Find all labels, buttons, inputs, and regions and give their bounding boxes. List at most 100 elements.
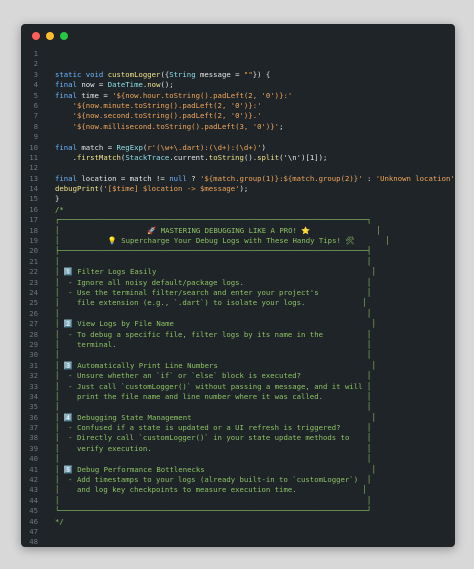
line-text: .firstMatch(StackTrace.current.toString(… <box>55 152 328 163</box>
code-line[interactable]: 10 final match = RegExp(r'(\w+\.dart):(\d… <box>21 143 455 153</box>
line-number: 13 <box>29 173 38 183</box>
line-number: 5 <box>33 90 38 100</box>
line-number: 40 <box>29 454 38 464</box>
code-line[interactable]: 35 │ │ <box>21 402 455 412</box>
line-number: 22 <box>29 267 38 277</box>
code-line[interactable]: 48 <box>21 537 455 547</box>
code-token: RegExp <box>116 142 143 152</box>
minimize-button[interactable] <box>46 32 54 40</box>
code-token: '${now.hour.toString().padLeft(2, '0')}:… <box>112 90 293 100</box>
code-token: 'Unknown location' <box>375 173 455 183</box>
code-line[interactable]: 7 '${now.second.toString().padLeft(2, '0… <box>21 111 455 121</box>
code-line[interactable]: 5 final time = '${now.hour.toString().pad… <box>21 91 455 101</box>
code-line[interactable]: 32 │ - Unsure whether an `if` or `else` b… <box>21 371 455 381</box>
code-token: │ - Ignore all noisy default/package log… <box>55 277 372 287</box>
code-line[interactable]: 24 │ - Use the terminal filter/search and… <box>21 288 455 298</box>
code-line[interactable]: 43 │ and log key checkpoints to measure e… <box>21 485 455 495</box>
line-number: 10 <box>29 142 38 152</box>
code-line[interactable]: 42 │ - Add timestamps to your logs (alrea… <box>21 475 455 485</box>
code-line[interactable]: 21 │ │ <box>21 257 455 267</box>
code-line[interactable]: 27 │ 2️⃣ View Logs by File Name │ <box>21 319 455 329</box>
code-token: customLogger <box>107 69 161 79</box>
line-number: 2 <box>33 59 38 69</box>
code-line[interactable]: 45 └─────────────────────────────────────… <box>21 506 455 516</box>
code-token: message = <box>195 69 244 79</box>
code-line[interactable]: 26 │ │ <box>21 309 455 319</box>
code-token: } <box>55 194 60 204</box>
code-line[interactable]: 38 │ - Directly call `customLogger()` in … <box>21 433 455 443</box>
line-number: 19 <box>29 236 38 246</box>
code-line[interactable]: 15} <box>21 194 455 204</box>
code-token: debugPrint <box>55 184 99 194</box>
code-line[interactable]: 29 │ terminal. │ <box>21 340 455 350</box>
code-line[interactable]: 47 <box>21 527 455 537</box>
line-number: 35 <box>29 402 38 412</box>
code-token: String <box>169 69 196 79</box>
code-token: null <box>169 173 187 183</box>
code-token: │ - Directly call `customLogger()` in yo… <box>55 433 372 443</box>
code-token: final <box>55 142 82 152</box>
code-line[interactable]: 12 <box>21 163 455 173</box>
code-line[interactable]: 8 '${now.millisecond.toString().padLeft(… <box>21 122 455 132</box>
title-bar <box>21 24 455 48</box>
code-line[interactable]: 13 final location = match != null ? '${ma… <box>21 174 455 184</box>
code-token: location = match != <box>81 173 170 183</box>
code-token: split <box>257 152 280 162</box>
line-number: 14 <box>29 184 38 194</box>
code-token: time = <box>81 90 113 100</box>
line-number: 39 <box>29 443 38 453</box>
code-token: ├───────────────────────────────────────… <box>55 246 372 256</box>
code-token: │ - Use the terminal filter/search and e… <box>55 287 372 297</box>
code-line[interactable]: 46 */ <box>21 517 455 527</box>
line-text: │ verify execution. │ <box>55 444 371 454</box>
line-text: '${now.minute.toString().padLeft(2, '0')… <box>55 100 262 111</box>
code-token: '${now.minute.toString().padLeft(2, '0')… <box>55 100 262 110</box>
code-line[interactable]: 19 │ 💡 Supercharge Your Debug Logs with T… <box>21 236 455 246</box>
code-line[interactable]: 37 │ - Confused if a state is updated or … <box>21 423 455 433</box>
code-line[interactable]: 31 │ 3️⃣ Automatically Print Line Numbers… <box>21 361 455 371</box>
code-line[interactable]: 28 │ - To debug a specific file, filter l… <box>21 330 455 340</box>
code-line[interactable]: 4 final now = DateTime.now(); <box>21 80 455 90</box>
code-line[interactable]: 44 │ │ <box>21 496 455 506</box>
line-number: 20 <box>29 246 38 256</box>
code-line[interactable]: 25 │ file extension (e.g., `.dart`) to is… <box>21 298 455 308</box>
code-line[interactable]: 23 │ - Ignore all noisy default/package l… <box>21 278 455 288</box>
line-text: │ 🚀 MASTERING DEBUGGING LIKE A PRO! ⭐ │ <box>55 226 381 236</box>
code-line[interactable]: 36 │ 4️⃣ Debugging State Management │ <box>21 413 455 423</box>
code-line[interactable]: 34 │ print the file name and line number … <box>21 392 455 402</box>
code-editor[interactable]: 1 2 3 static void customLogger({String mess… <box>21 49 455 547</box>
line-number: 27 <box>29 319 38 329</box>
code-line[interactable]: 41 │ 5️⃣ Debug Performance Bottlenecks │ <box>21 465 455 475</box>
code-line[interactable]: 17 ┌─────────────────────────────────────… <box>21 215 455 225</box>
code-line[interactable]: 39 │ verify execution. │ <box>21 444 455 454</box>
line-text: │ - Use the terminal filter/search and e… <box>55 288 371 298</box>
line-number: 25 <box>29 298 38 308</box>
code-line[interactable]: 14 debugPrint('[$time] $location -> $mess… <box>21 184 455 194</box>
maximize-button[interactable] <box>60 32 68 40</box>
code-line[interactable]: 18 │ 🚀 MASTERING DEBUGGING LIKE A PRO! ⭐ … <box>21 226 455 236</box>
code-token: }) { <box>252 69 271 79</box>
code-line[interactable]: 11 .firstMatch(StackTrace.current.toStri… <box>21 153 455 163</box>
code-token: │ 4️⃣ Debugging State Management │ <box>55 412 376 422</box>
code-line[interactable]: 2 <box>21 59 455 69</box>
code-line[interactable]: 30 │ │ <box>21 350 455 360</box>
line-text: │ │ <box>55 496 371 506</box>
code-token: │ and log key checkpoints to measure exe… <box>55 485 367 495</box>
code-token: │ │ <box>55 495 372 505</box>
line-text: │ - Add timestamps to your logs (already… <box>55 475 371 485</box>
code-line[interactable]: 16 /* <box>21 205 455 215</box>
code-line[interactable]: 1 <box>21 49 455 59</box>
line-number: 43 <box>29 485 38 495</box>
code-line[interactable]: 40 │ │ <box>21 454 455 464</box>
code-line[interactable]: 20 ├─────────────────────────────────────… <box>21 246 455 256</box>
line-text: │ - Directly call `customLogger()` in yo… <box>55 433 371 443</box>
line-number: 47 <box>29 526 38 536</box>
close-button[interactable] <box>32 32 40 40</box>
line-text: │ - To debug a specific file, filter log… <box>55 330 371 340</box>
code-line[interactable]: 33 │ - Just call `customLogger()` without… <box>21 382 455 392</box>
code-token: match = <box>81 142 117 152</box>
code-line[interactable]: 6 '${now.minute.toString().padLeft(2, '0… <box>21 101 455 111</box>
code-line[interactable]: 9 <box>21 132 455 142</box>
code-line[interactable]: 3 static void customLogger({String messag… <box>21 70 455 80</box>
code-line[interactable]: 22 │ 1️⃣ Filter Logs Easily │ <box>21 267 455 277</box>
